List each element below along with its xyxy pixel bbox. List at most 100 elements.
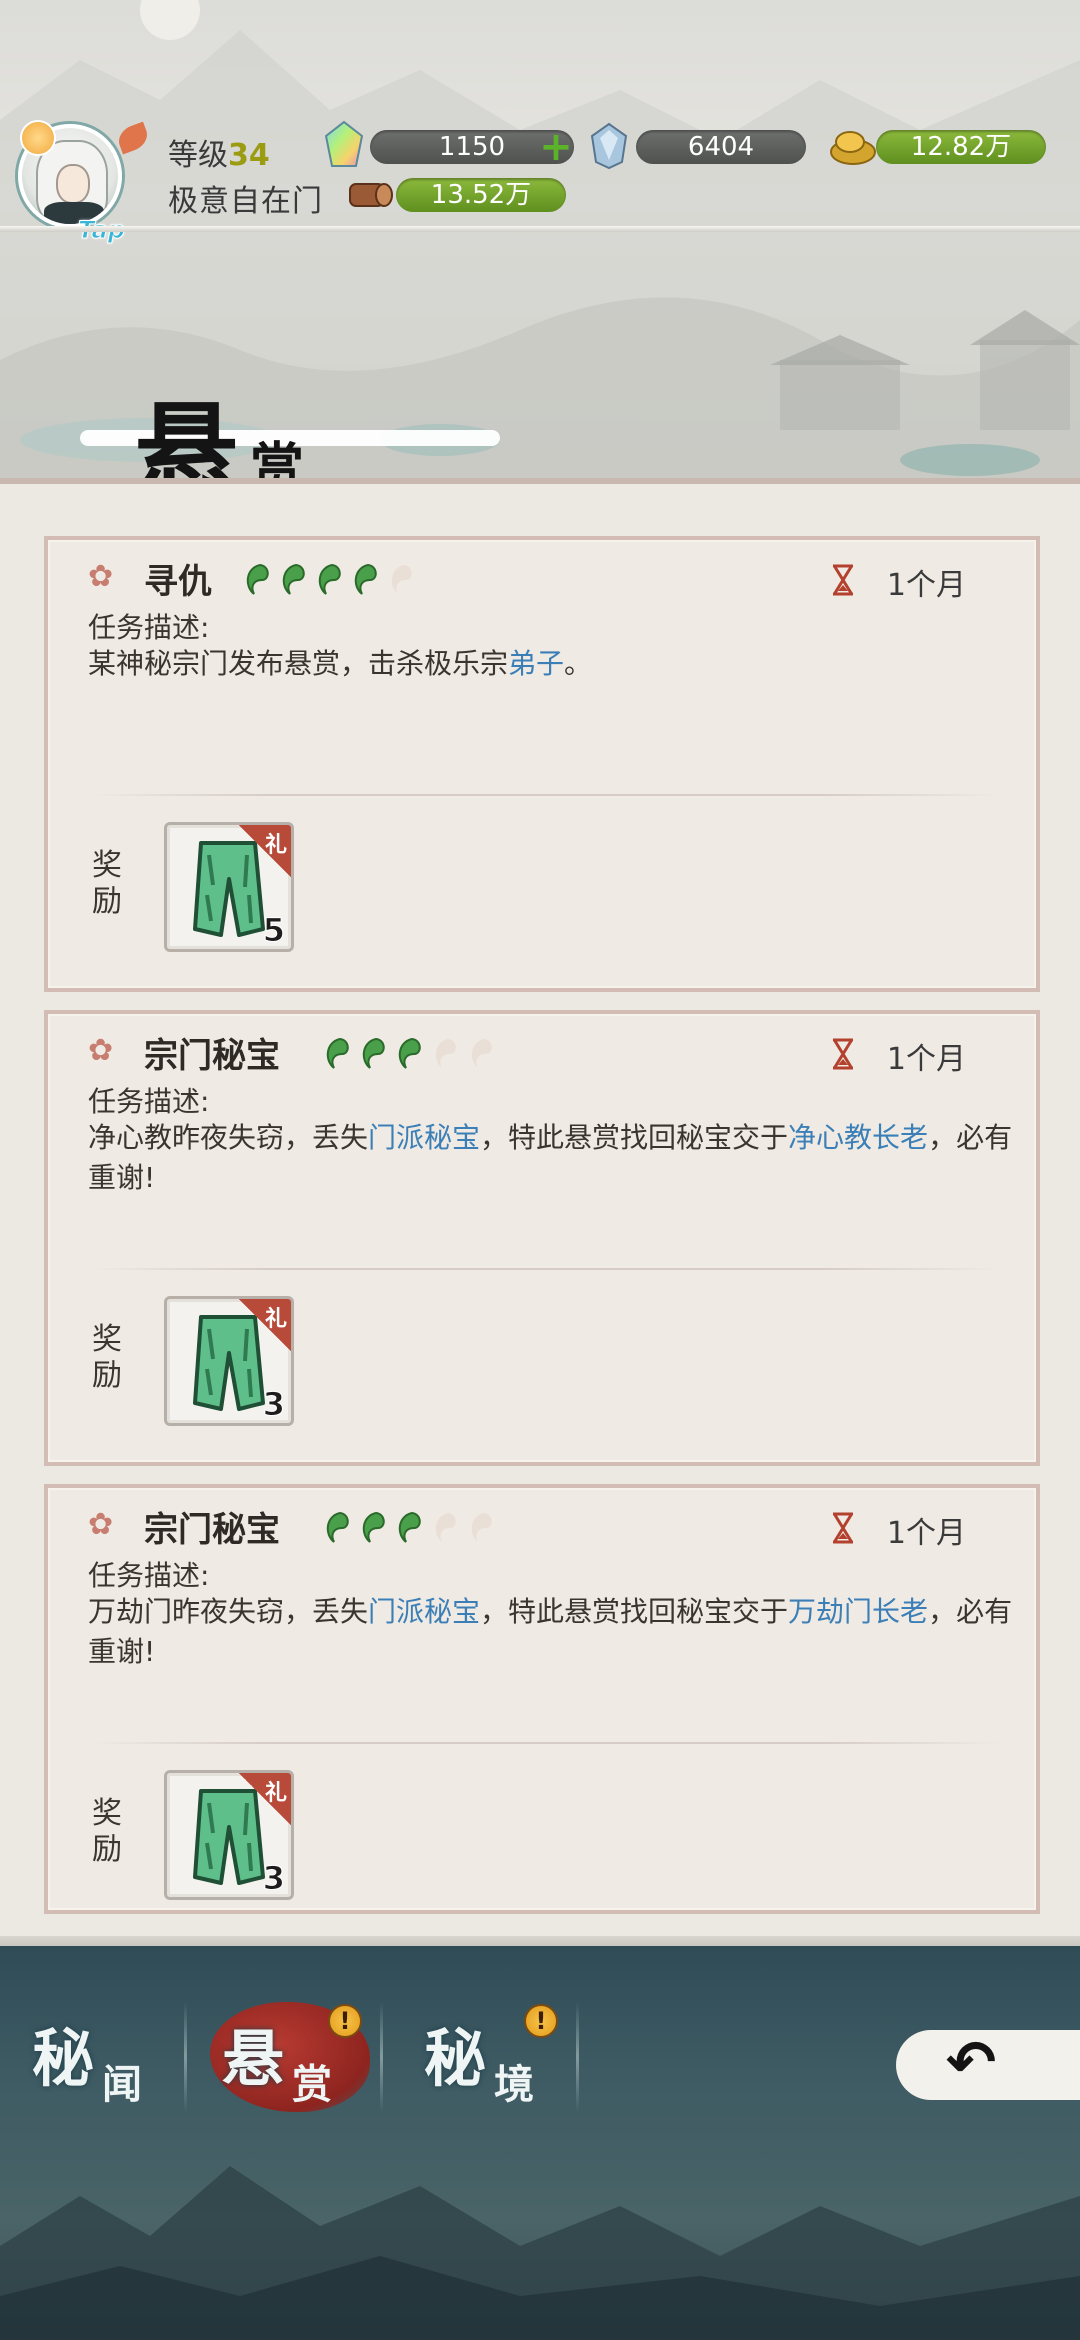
gift-tag-text: 礼	[264, 1307, 287, 1332]
bead-filled-icon	[326, 1037, 349, 1069]
gift-tag-text: 礼	[264, 1781, 287, 1806]
desc-highlight: 净心教长老	[788, 1121, 929, 1154]
tab-separator	[380, 2002, 383, 2112]
quest-duration: 1个月	[886, 568, 966, 603]
reward-label-bottom: 励	[92, 1832, 122, 1867]
desc-part: 某神秘宗门发布悬赏，击杀极乐宗	[88, 647, 509, 680]
bead-empty-icon	[471, 1513, 492, 1542]
diamond-counter: 6404	[636, 130, 806, 164]
tab-secret-news[interactable]: 秘 闻	[6, 1994, 186, 2124]
alert-icon: !	[328, 2004, 362, 2038]
reward-count: 5	[262, 911, 285, 950]
flower-icon: ✿	[88, 1507, 114, 1542]
add-crystal-button[interactable]: +	[538, 127, 574, 167]
tab-label-big: 秘	[32, 2022, 95, 2095]
bead-empty-icon	[391, 565, 412, 594]
back-arrow-icon: ↶	[946, 2028, 997, 2098]
quest-title: 宗门秘宝	[144, 1510, 280, 1550]
rainbow-crystal-icon	[324, 120, 364, 167]
hourglass-icon	[833, 1038, 853, 1070]
desc-part: ，特此悬赏找回秘宝交于	[480, 1595, 789, 1628]
quest-card[interactable]: ✿ 宗门秘宝 1个月 任务描述: 万劫门昨夜失窃，丢失门派秘宝，特此悬赏找回秘宝…	[44, 1484, 1040, 1914]
alert-icon: !	[524, 2004, 558, 2038]
desc-part: ，特此悬赏找回秘宝交于	[480, 1121, 789, 1154]
bead-empty-icon	[435, 1039, 456, 1068]
flower-icon: ✿	[88, 1033, 114, 1068]
difficulty-beads	[322, 1510, 496, 1546]
tab-label-small: 赏	[292, 2061, 332, 2108]
level-value: 34	[228, 138, 270, 173]
tab-label-big: 秘	[424, 2022, 487, 2095]
avatar-face	[56, 164, 90, 204]
desc-part: 。	[564, 647, 593, 680]
bead-filled-icon	[318, 563, 341, 595]
reward-label-top: 奖	[92, 848, 122, 883]
quest-duration: 1个月	[886, 1042, 966, 1077]
difficulty-beads	[322, 1036, 496, 1072]
reward-count: 3	[262, 1859, 285, 1898]
desc-highlight: 门派秘宝	[368, 1595, 481, 1628]
desc-part: 万劫门昨夜失窃，丢失	[88, 1595, 369, 1628]
reward-label-top: 奖	[92, 1322, 122, 1357]
quest-title: 宗门秘宝	[144, 1036, 280, 1076]
reward-label-top: 奖	[92, 1796, 122, 1831]
reward-item[interactable]: 礼 3	[164, 1296, 294, 1426]
reward-label-bottom: 励	[92, 1358, 122, 1393]
bead-filled-icon	[354, 563, 377, 595]
desc-highlight: 门派秘宝	[368, 1121, 481, 1154]
quest-duration: 1个月	[886, 1516, 966, 1551]
hourglass-icon	[833, 564, 853, 596]
desc-highlight: 万劫门长老	[788, 1595, 929, 1628]
tab-separator	[576, 2002, 579, 2112]
sect-name: 极意自在门	[168, 184, 323, 219]
card-divider	[88, 1742, 1002, 1744]
back-button[interactable]: ↶	[890, 2010, 1080, 2120]
bead-filled-icon	[326, 1511, 349, 1543]
reward-item[interactable]: 礼 3	[164, 1770, 294, 1900]
quest-description: 万劫门昨夜失窃，丢失门派秘宝，特此悬赏找回秘宝交于万劫门长老，必有重谢!	[88, 1592, 1028, 1672]
reward-count: 3	[262, 1385, 285, 1424]
gold-ingot-icon	[830, 131, 876, 165]
bead-empty-icon	[471, 1039, 492, 1068]
reward-label: 奖励	[92, 1322, 132, 1394]
bead-empty-icon	[435, 1513, 456, 1542]
desc-part: 净心教昨夜失窃，丢失	[88, 1121, 369, 1154]
quest-card[interactable]: ✿ 宗门秘宝 1个月 任务描述: 净心教昨夜失窃，丢失门派秘宝，特此悬赏找回秘宝…	[44, 1010, 1040, 1466]
desc-highlight: 弟子	[508, 647, 565, 680]
tab-label-big: 悬	[222, 2022, 285, 2095]
bead-filled-icon	[362, 1511, 385, 1543]
quest-desc-label: 任务描述:	[88, 1559, 210, 1592]
reward-label: 奖励	[92, 848, 132, 920]
difficulty-beads	[242, 562, 416, 598]
flower-icon: ✿	[88, 559, 114, 594]
bead-filled-icon	[398, 1511, 421, 1543]
level-text: 等级	[168, 138, 228, 173]
quest-desc-label: 任务描述:	[88, 1085, 210, 1118]
card-divider	[88, 794, 1002, 796]
level-label: 等级34	[168, 130, 270, 174]
quest-description: 某神秘宗门发布悬赏，击杀极乐宗弟子。	[88, 644, 1028, 684]
maple-leaf-icon	[114, 121, 152, 155]
bead-filled-icon	[282, 563, 305, 595]
quest-card[interactable]: ✿ 寻仇 1个月 任务描述: 某神秘宗门发布悬赏，击杀极乐宗弟子。 奖励 礼 5	[44, 536, 1040, 992]
gift-tag-text: 礼	[264, 833, 287, 858]
gold-counter: 12.82万	[876, 130, 1046, 164]
reward-label-bottom: 励	[92, 884, 122, 919]
hourglass-icon	[833, 1512, 853, 1544]
bead-filled-icon	[398, 1037, 421, 1069]
quest-description: 净心教昨夜失窃，丢失门派秘宝，特此悬赏找回秘宝交于净心教长老，必有重谢!	[88, 1118, 1028, 1198]
reward-label: 奖励	[92, 1796, 132, 1868]
diamond-icon	[590, 122, 628, 170]
tab-label-small: 境	[494, 2061, 534, 2108]
tab-separator	[184, 2002, 187, 2112]
bead-filled-icon	[362, 1037, 385, 1069]
quest-title: 寻仇	[144, 562, 212, 602]
status-bar-divider	[0, 226, 1080, 232]
bead-filled-icon	[246, 563, 269, 595]
reward-item[interactable]: 礼 5	[164, 822, 294, 952]
player-status-bar: Tap 等级34 极意自在门 1150 + 6404 12.82万 13.52万	[0, 110, 1080, 245]
wood-log-icon	[349, 183, 393, 207]
tab-label-small: 闻	[102, 2061, 142, 2108]
sun-icon	[20, 120, 56, 156]
card-divider	[88, 1268, 1002, 1270]
